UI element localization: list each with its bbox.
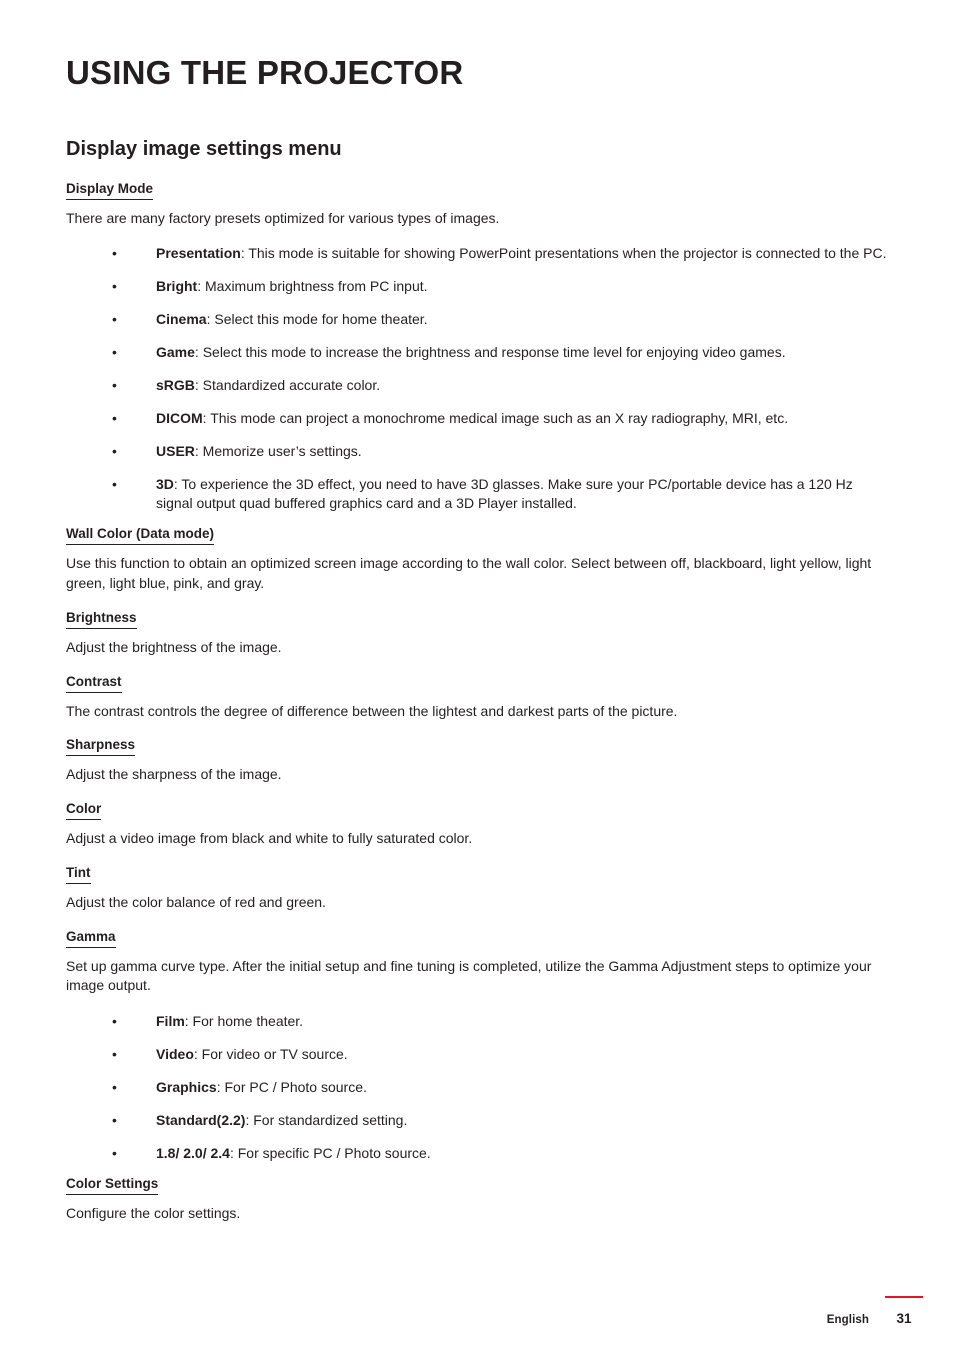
list-item-desc: : Standardized accurate color.: [194, 376, 381, 393]
footer-language: English: [826, 1314, 869, 1326]
bullet-icon: •: [112, 1013, 117, 1030]
page-title: USING THE PROJECTOR: [66, 54, 464, 91]
list-item-desc: : This mode is suitable for showing Powe…: [240, 245, 887, 262]
list-item-term: Presentation: [156, 245, 241, 262]
page-number: 31: [896, 1311, 912, 1326]
sub-heading-wall-color-text: Wall Color (Data mode): [66, 526, 215, 546]
gamma-body: Set up gamma curve type. After the initi…: [66, 957, 872, 994]
list-item-desc: : Select this mode for home theater.: [206, 311, 428, 328]
list-item: • Cinema: Select this mode for home theat…: [66, 310, 890, 330]
sub-heading-contrast: Contrast: [66, 674, 890, 693]
list-item-term: 1.8/ 2.0/ 2.4: [156, 1144, 230, 1161]
sub-heading-display-mode-text: Display Mode: [66, 181, 154, 200]
list-item-desc: : For standardized setting.: [245, 1111, 408, 1128]
brightness-body: Adjust the brightness of the image.: [66, 638, 282, 655]
list-item-desc: : Memorize user’s settings.: [194, 442, 362, 459]
footer-rule: [885, 1296, 923, 1298]
sub-heading-color-settings-text: Color Settings: [66, 1176, 159, 1195]
sub-heading-wall-color: Wall Color (Data mode): [66, 526, 890, 546]
list-item-desc: : Select this mode to increase the brigh…: [194, 344, 786, 361]
sub-heading-color: Color: [66, 801, 890, 821]
list-item-term: USER: [156, 442, 195, 459]
list-item-desc: : For PC / Photo source.: [216, 1079, 367, 1096]
tint-body: Adjust the color balance of red and gree…: [66, 893, 326, 910]
page-footer: English 31: [826, 1296, 923, 1328]
list-item: • Film: For home theater.: [66, 1012, 890, 1032]
section-display-mode: Display Mode There are many factory pres…: [66, 181, 890, 515]
list-item-desc: : Maximum brightness from PC input.: [197, 278, 428, 295]
section-brightness: Brightness Adjust the brightness of the …: [66, 610, 890, 658]
bullet-icon: •: [112, 376, 117, 393]
gamma-list: • Film: For home theater. • Video: For vid…: [66, 1012, 890, 1163]
section-gamma: Gamma Set up gamma curve type. After the…: [66, 929, 890, 1164]
list-item-desc: : This mode can project a monochrome med…: [202, 409, 789, 426]
sub-heading-brightness-text: Brightness: [66, 610, 137, 629]
section-color: Color Adjust a video image from black an…: [66, 801, 890, 849]
document-page: USING THE PROJECTOR Display image settin…: [0, 0, 954, 1350]
sub-heading-color-settings: Color Settings: [66, 1176, 890, 1195]
list-item-term: 3D: [156, 475, 174, 492]
list-item-term: Graphics: [156, 1079, 217, 1096]
list-item-term: Film: [156, 1013, 185, 1030]
sub-heading-gamma-text: Gamma: [66, 929, 116, 948]
sub-heading-tint: Tint: [66, 865, 890, 884]
bullet-icon: •: [112, 311, 117, 328]
sub-heading-gamma: Gamma: [66, 929, 890, 948]
list-item-term: Video: [156, 1046, 194, 1063]
contrast-body: The contrast controls the degree of diff…: [66, 702, 678, 719]
bullet-icon: •: [112, 245, 117, 262]
footer-page-wrapper: 31: [885, 1296, 923, 1328]
list-item: • Graphics: For PC / Photo source.: [66, 1078, 890, 1098]
bullet-icon: •: [112, 278, 117, 295]
display-mode-intro: There are many factory presets optimized…: [66, 209, 500, 226]
list-item: • Standard(2.2): For standardized setting…: [66, 1111, 890, 1131]
sub-heading-sharpness: Sharpness: [66, 737, 890, 757]
bullet-icon: •: [112, 409, 117, 426]
section-contrast: Contrast The contrast controls the degre…: [66, 674, 890, 722]
sub-heading-sharpness-text: Sharpness: [66, 737, 136, 757]
list-item-term: Cinema: [156, 311, 207, 328]
sub-heading-contrast-text: Contrast: [66, 674, 122, 693]
bullet-icon: •: [112, 475, 117, 492]
section-sharpness: Sharpness Adjust the sharpness of the im…: [66, 737, 890, 785]
sub-heading-tint-text: Tint: [66, 865, 91, 884]
sub-heading-color-text: Color: [66, 801, 102, 821]
list-item: • Bright: Maximum brightness from PC inpu…: [66, 277, 890, 297]
bullet-icon: •: [112, 1046, 117, 1063]
bullet-icon: •: [112, 1111, 117, 1128]
list-item: • Presentation: This mode is suitable for…: [66, 244, 890, 264]
list-item-term: Game: [156, 344, 195, 361]
list-item-term: DICOM: [156, 409, 203, 426]
list-item: • USER: Memorize user’s settings.: [66, 442, 890, 462]
sub-heading-brightness: Brightness: [66, 610, 890, 629]
bullet-icon: •: [112, 442, 117, 459]
bullet-icon: •: [112, 1079, 117, 1096]
list-item: • Video: For video or TV source.: [66, 1045, 890, 1065]
color-body: Adjust a video image from black and whit…: [66, 830, 473, 847]
color-settings-body: Configure the color settings.: [66, 1204, 241, 1221]
section-wall-color: Wall Color (Data mode) Use this function…: [66, 526, 890, 594]
sharpness-body: Adjust the sharpness of the image.: [66, 766, 282, 783]
display-mode-list: • Presentation: This mode is suitable for…: [66, 244, 890, 514]
list-item-desc: : For home theater.: [184, 1013, 304, 1030]
page-content: USING THE PROJECTOR Display image settin…: [66, 54, 890, 1239]
list-item-desc: : For video or TV source.: [193, 1046, 348, 1063]
list-item: • Game: Select this mode to increase the …: [66, 343, 890, 363]
list-item: • DICOM: This mode can project a monochro…: [66, 409, 890, 429]
section-heading: Display image settings menu: [66, 137, 342, 160]
list-item: • 1.8/ 2.0/ 2.4: For specific PC / Photo …: [66, 1144, 890, 1164]
list-item-term: Standard(2.2): [156, 1111, 246, 1128]
wall-color-body: Use this function to obtain an optimized…: [66, 555, 872, 592]
list-item: • sRGB: Standardized accurate color.: [66, 376, 890, 396]
section-tint: Tint Adjust the color balance of red and…: [66, 865, 890, 913]
list-item-term: sRGB: [156, 376, 195, 393]
section-color-settings: Color Settings Configure the color setti…: [66, 1176, 890, 1224]
bullet-icon: •: [112, 1144, 117, 1161]
bullet-icon: •: [112, 344, 117, 361]
list-item-desc: : To experience the 3D effect, you need …: [156, 475, 853, 512]
sub-heading-display-mode: Display Mode: [66, 181, 890, 200]
list-item-desc: : For specific PC / Photo source.: [229, 1144, 431, 1161]
list-item-term: Bright: [156, 278, 198, 295]
list-item: • 3D: To experience the 3D effect, you ne…: [66, 475, 890, 515]
